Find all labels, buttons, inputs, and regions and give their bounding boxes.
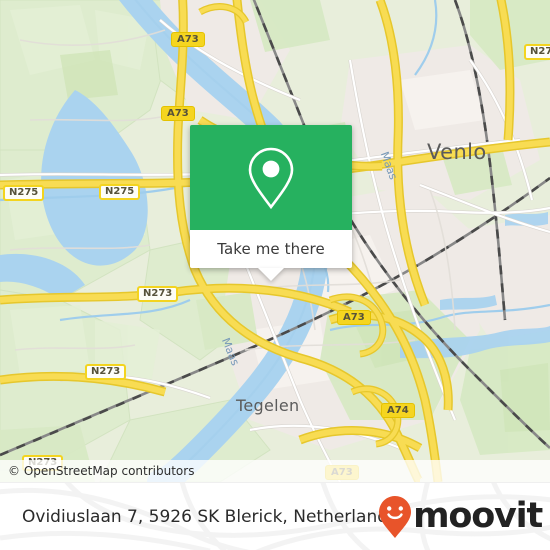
road-shield-a73[interactable]: A73 <box>161 106 195 121</box>
road-shield-a73[interactable]: A73 <box>337 310 371 325</box>
map-pin-icon <box>248 147 294 209</box>
road-shield-n275[interactable]: N275 <box>99 184 141 200</box>
road-shield-n273[interactable]: N273 <box>85 364 127 380</box>
moovit-pin-smiley-icon <box>379 495 412 538</box>
card-pointer-tip <box>258 268 284 281</box>
attribution-text[interactable]: © OpenStreetMap contributors <box>0 464 194 478</box>
moovit-wordmark: moovit <box>413 496 543 536</box>
address-text: Ovidiuslaan 7, 5926 SK Blerick, Netherla… <box>22 506 397 527</box>
road-shield-n273[interactable]: N273 <box>137 286 179 302</box>
road-shield-a73[interactable]: A73 <box>171 32 205 47</box>
road-shield-n27x[interactable]: N27 <box>524 44 550 60</box>
map-share-card: Venlo Tegelen Maas Maas A73 A73 A73 A73 … <box>0 0 550 550</box>
card-icon-area <box>190 125 352 230</box>
take-me-there-label: Take me there <box>217 240 325 258</box>
road-shield-n275[interactable]: N275 <box>3 185 45 201</box>
footer-bar: Ovidiuslaan 7, 5926 SK Blerick, Netherla… <box>0 482 550 550</box>
road-shield-a74[interactable]: A74 <box>381 403 415 418</box>
take-me-there-card[interactable]: Take me there <box>190 125 352 281</box>
map-attribution-bar: © OpenStreetMap contributors <box>0 460 550 482</box>
moovit-logo[interactable]: moovit <box>378 495 543 539</box>
take-me-there-button[interactable]: Take me there <box>190 230 352 281</box>
